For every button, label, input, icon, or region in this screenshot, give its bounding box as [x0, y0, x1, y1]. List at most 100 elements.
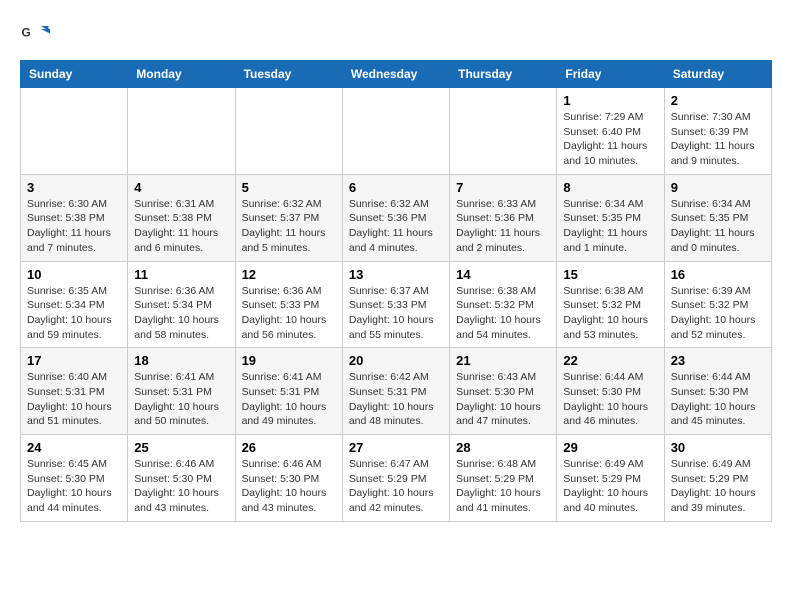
calendar-week-row: 17 Sunrise: 6:40 AM Sunset: 5:31 PM Dayli… — [21, 348, 772, 435]
weekday-header: Monday — [128, 61, 235, 88]
calendar-cell: 11 Sunrise: 6:36 AM Sunset: 5:34 PM Dayli… — [128, 261, 235, 348]
day-number: 20 — [349, 353, 443, 368]
calendar-cell: 6 Sunrise: 6:32 AM Sunset: 5:36 PM Daylig… — [342, 174, 449, 261]
weekday-header: Thursday — [450, 61, 557, 88]
calendar-cell: 12 Sunrise: 6:36 AM Sunset: 5:33 PM Dayli… — [235, 261, 342, 348]
day-info: Sunrise: 6:42 AM Sunset: 5:31 PM Dayligh… — [349, 370, 443, 429]
calendar-cell: 20 Sunrise: 6:42 AM Sunset: 5:31 PM Dayli… — [342, 348, 449, 435]
calendar-cell: 22 Sunrise: 6:44 AM Sunset: 5:30 PM Dayli… — [557, 348, 664, 435]
calendar-cell: 14Sunrise: 6:38 AM Sunset: 5:32 PM Dayli… — [450, 261, 557, 348]
day-info: Sunrise: 6:43 AM Sunset: 5:30 PM Dayligh… — [456, 370, 550, 429]
calendar-cell: 30Sunrise: 6:49 AM Sunset: 5:29 PM Dayli… — [664, 435, 771, 522]
calendar-cell — [450, 88, 557, 175]
day-info: Sunrise: 6:36 AM Sunset: 5:34 PM Dayligh… — [134, 284, 228, 343]
day-number: 22 — [563, 353, 657, 368]
calendar-cell: 15 Sunrise: 6:38 AM Sunset: 5:32 PM Dayli… — [557, 261, 664, 348]
calendar-cell: 23 Sunrise: 6:44 AM Sunset: 5:30 PM Dayli… — [664, 348, 771, 435]
day-info: Sunrise: 6:40 AM Sunset: 5:31 PM Dayligh… — [27, 370, 121, 429]
calendar-cell — [235, 88, 342, 175]
calendar-cell: 9 Sunrise: 6:34 AM Sunset: 5:35 PM Daylig… — [664, 174, 771, 261]
calendar-header-row: SundayMondayTuesdayWednesdayThursdayFrid… — [21, 61, 772, 88]
day-number: 28 — [456, 440, 550, 455]
day-info: Sunrise: 6:45 AM Sunset: 5:30 PM Dayligh… — [27, 457, 121, 516]
day-number: 29 — [563, 440, 657, 455]
day-info: Sunrise: 6:49 AM Sunset: 5:29 PM Dayligh… — [671, 457, 765, 516]
calendar-cell: 24 Sunrise: 6:45 AM Sunset: 5:30 PM Dayli… — [21, 435, 128, 522]
day-number: 9 — [671, 180, 765, 195]
calendar-cell: 25 Sunrise: 6:46 AM Sunset: 5:30 PM Dayli… — [128, 435, 235, 522]
day-number: 25 — [134, 440, 228, 455]
calendar-cell — [128, 88, 235, 175]
day-info: Sunrise: 6:46 AM Sunset: 5:30 PM Dayligh… — [242, 457, 336, 516]
day-info: Sunrise: 6:34 AM Sunset: 5:35 PM Dayligh… — [671, 197, 765, 256]
calendar-cell — [342, 88, 449, 175]
day-info: Sunrise: 6:30 AM Sunset: 5:38 PM Dayligh… — [27, 197, 121, 256]
day-number: 4 — [134, 180, 228, 195]
calendar-cell: 29 Sunrise: 6:49 AM Sunset: 5:29 PM Dayli… — [557, 435, 664, 522]
day-number: 1 — [563, 93, 657, 108]
day-number: 24 — [27, 440, 121, 455]
day-info: Sunrise: 6:38 AM Sunset: 5:32 PM Dayligh… — [456, 284, 550, 343]
calendar-week-row: 24 Sunrise: 6:45 AM Sunset: 5:30 PM Dayli… — [21, 435, 772, 522]
day-number: 26 — [242, 440, 336, 455]
day-info: Sunrise: 6:41 AM Sunset: 5:31 PM Dayligh… — [134, 370, 228, 429]
day-number: 15 — [563, 267, 657, 282]
calendar-week-row: 1 Sunrise: 7:29 AM Sunset: 6:40 PM Daylig… — [21, 88, 772, 175]
calendar-cell — [21, 88, 128, 175]
weekday-header: Tuesday — [235, 61, 342, 88]
day-info: Sunrise: 6:49 AM Sunset: 5:29 PM Dayligh… — [563, 457, 657, 516]
calendar-cell: 18 Sunrise: 6:41 AM Sunset: 5:31 PM Dayli… — [128, 348, 235, 435]
calendar-cell: 16Sunrise: 6:39 AM Sunset: 5:32 PM Dayli… — [664, 261, 771, 348]
logo: G — [20, 20, 52, 50]
calendar-cell: 8 Sunrise: 6:34 AM Sunset: 5:35 PM Daylig… — [557, 174, 664, 261]
weekday-header: Sunday — [21, 61, 128, 88]
day-info: Sunrise: 6:44 AM Sunset: 5:30 PM Dayligh… — [563, 370, 657, 429]
day-info: Sunrise: 6:32 AM Sunset: 5:36 PM Dayligh… — [349, 197, 443, 256]
page-header: G — [20, 20, 772, 50]
calendar-week-row: 3Sunrise: 6:30 AM Sunset: 5:38 PM Daylig… — [21, 174, 772, 261]
day-number: 23 — [671, 353, 765, 368]
day-number: 17 — [27, 353, 121, 368]
day-info: Sunrise: 6:37 AM Sunset: 5:33 PM Dayligh… — [349, 284, 443, 343]
svg-text:G: G — [22, 26, 31, 40]
logo-icon: G — [20, 20, 50, 50]
day-info: Sunrise: 6:41 AM Sunset: 5:31 PM Dayligh… — [242, 370, 336, 429]
day-number: 19 — [242, 353, 336, 368]
calendar-cell: 26 Sunrise: 6:46 AM Sunset: 5:30 PM Dayli… — [235, 435, 342, 522]
calendar-cell: 28 Sunrise: 6:48 AM Sunset: 5:29 PM Dayli… — [450, 435, 557, 522]
calendar-cell: 5Sunrise: 6:32 AM Sunset: 5:37 PM Daylig… — [235, 174, 342, 261]
calendar-cell: 1 Sunrise: 7:29 AM Sunset: 6:40 PM Daylig… — [557, 88, 664, 175]
day-number: 18 — [134, 353, 228, 368]
calendar-cell: 4 Sunrise: 6:31 AM Sunset: 5:38 PM Daylig… — [128, 174, 235, 261]
weekday-header: Saturday — [664, 61, 771, 88]
day-number: 2 — [671, 93, 765, 108]
calendar-table: SundayMondayTuesdayWednesdayThursdayFrid… — [20, 60, 772, 522]
calendar-cell: 10Sunrise: 6:35 AM Sunset: 5:34 PM Dayli… — [21, 261, 128, 348]
day-info: Sunrise: 6:34 AM Sunset: 5:35 PM Dayligh… — [563, 197, 657, 256]
day-number: 7 — [456, 180, 550, 195]
day-info: Sunrise: 6:48 AM Sunset: 5:29 PM Dayligh… — [456, 457, 550, 516]
calendar-cell: 7 Sunrise: 6:33 AM Sunset: 5:36 PM Daylig… — [450, 174, 557, 261]
day-info: Sunrise: 6:46 AM Sunset: 5:30 PM Dayligh… — [134, 457, 228, 516]
weekday-header: Wednesday — [342, 61, 449, 88]
day-number: 16 — [671, 267, 765, 282]
day-info: Sunrise: 6:32 AM Sunset: 5:37 PM Dayligh… — [242, 197, 336, 256]
day-number: 11 — [134, 267, 228, 282]
day-info: Sunrise: 7:29 AM Sunset: 6:40 PM Dayligh… — [563, 110, 657, 169]
day-info: Sunrise: 6:33 AM Sunset: 5:36 PM Dayligh… — [456, 197, 550, 256]
day-number: 13 — [349, 267, 443, 282]
weekday-header: Friday — [557, 61, 664, 88]
day-info: Sunrise: 6:44 AM Sunset: 5:30 PM Dayligh… — [671, 370, 765, 429]
calendar-cell: 2 Sunrise: 7:30 AM Sunset: 6:39 PM Daylig… — [664, 88, 771, 175]
day-info: Sunrise: 6:38 AM Sunset: 5:32 PM Dayligh… — [563, 284, 657, 343]
day-info: Sunrise: 7:30 AM Sunset: 6:39 PM Dayligh… — [671, 110, 765, 169]
day-number: 6 — [349, 180, 443, 195]
day-number: 21 — [456, 353, 550, 368]
calendar-cell: 21 Sunrise: 6:43 AM Sunset: 5:30 PM Dayli… — [450, 348, 557, 435]
day-info: Sunrise: 6:36 AM Sunset: 5:33 PM Dayligh… — [242, 284, 336, 343]
day-info: Sunrise: 6:31 AM Sunset: 5:38 PM Dayligh… — [134, 197, 228, 256]
day-number: 8 — [563, 180, 657, 195]
day-number: 12 — [242, 267, 336, 282]
calendar-cell: 27Sunrise: 6:47 AM Sunset: 5:29 PM Dayli… — [342, 435, 449, 522]
day-info: Sunrise: 6:47 AM Sunset: 5:29 PM Dayligh… — [349, 457, 443, 516]
